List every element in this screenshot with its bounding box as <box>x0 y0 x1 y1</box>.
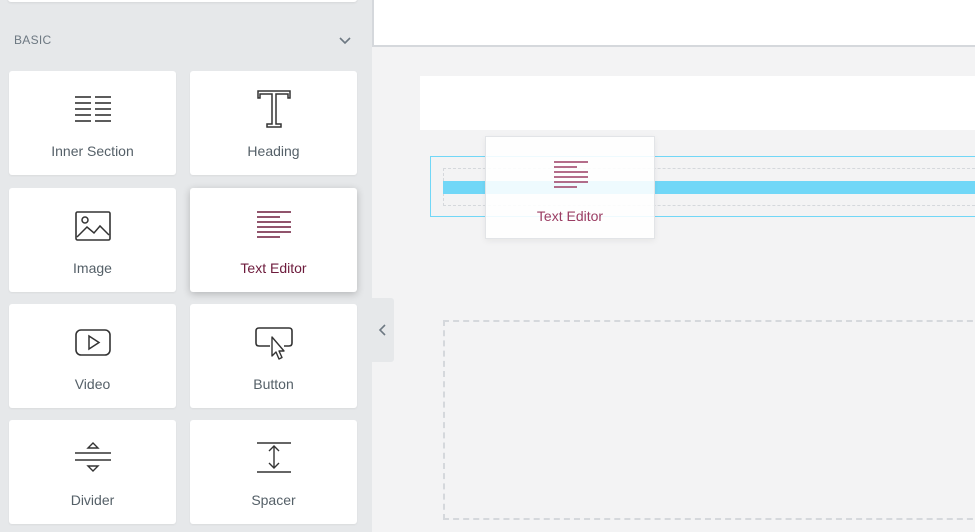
text-editor-icon <box>256 211 291 238</box>
chevron-left-icon <box>378 324 386 336</box>
widget-text-editor[interactable]: Text Editor <box>190 188 357 292</box>
preview-top-section <box>372 0 975 47</box>
heading-icon <box>256 90 291 128</box>
widget-spacer[interactable]: Spacer <box>190 420 357 524</box>
inner-section-icon <box>74 96 111 122</box>
category-header-basic[interactable]: BASIC <box>0 22 372 56</box>
widget-heading[interactable]: Heading <box>190 71 357 175</box>
video-icon <box>74 329 111 356</box>
text-editor-icon <box>554 161 588 188</box>
widget-video[interactable]: Video <box>9 304 176 408</box>
widget-panel: BASIC Inner Section Heading Image Text E… <box>0 0 372 532</box>
chevron-down-icon <box>339 37 351 45</box>
widget-label: Heading <box>247 143 300 159</box>
panel-collapse-toggle[interactable] <box>372 298 394 362</box>
widget-label: Divider <box>70 492 115 508</box>
widget-label: Image <box>73 260 112 276</box>
spacer-icon <box>256 442 291 473</box>
widget-label: Text Editor <box>240 260 307 276</box>
widget-image[interactable]: Image <box>9 188 176 292</box>
button-icon <box>254 327 293 360</box>
widget-label: Spacer <box>251 492 296 508</box>
dragged-widget-label: Text Editor <box>536 208 604 224</box>
empty-drop-zone[interactable] <box>443 320 975 520</box>
preview-section-block <box>420 76 975 130</box>
widget-button[interactable]: Button <box>190 304 357 408</box>
widget-label: Video <box>74 376 111 392</box>
panel-top-card <box>8 0 357 2</box>
dragged-widget-ghost[interactable]: Text Editor <box>485 136 655 239</box>
category-title: BASIC <box>14 33 52 47</box>
widget-label: Inner Section <box>51 143 134 159</box>
widget-divider[interactable]: Divider <box>9 420 176 524</box>
image-icon <box>74 211 111 241</box>
divider-icon <box>74 442 111 472</box>
widget-inner-section[interactable]: Inner Section <box>9 71 176 175</box>
widget-label: Button <box>253 376 294 392</box>
